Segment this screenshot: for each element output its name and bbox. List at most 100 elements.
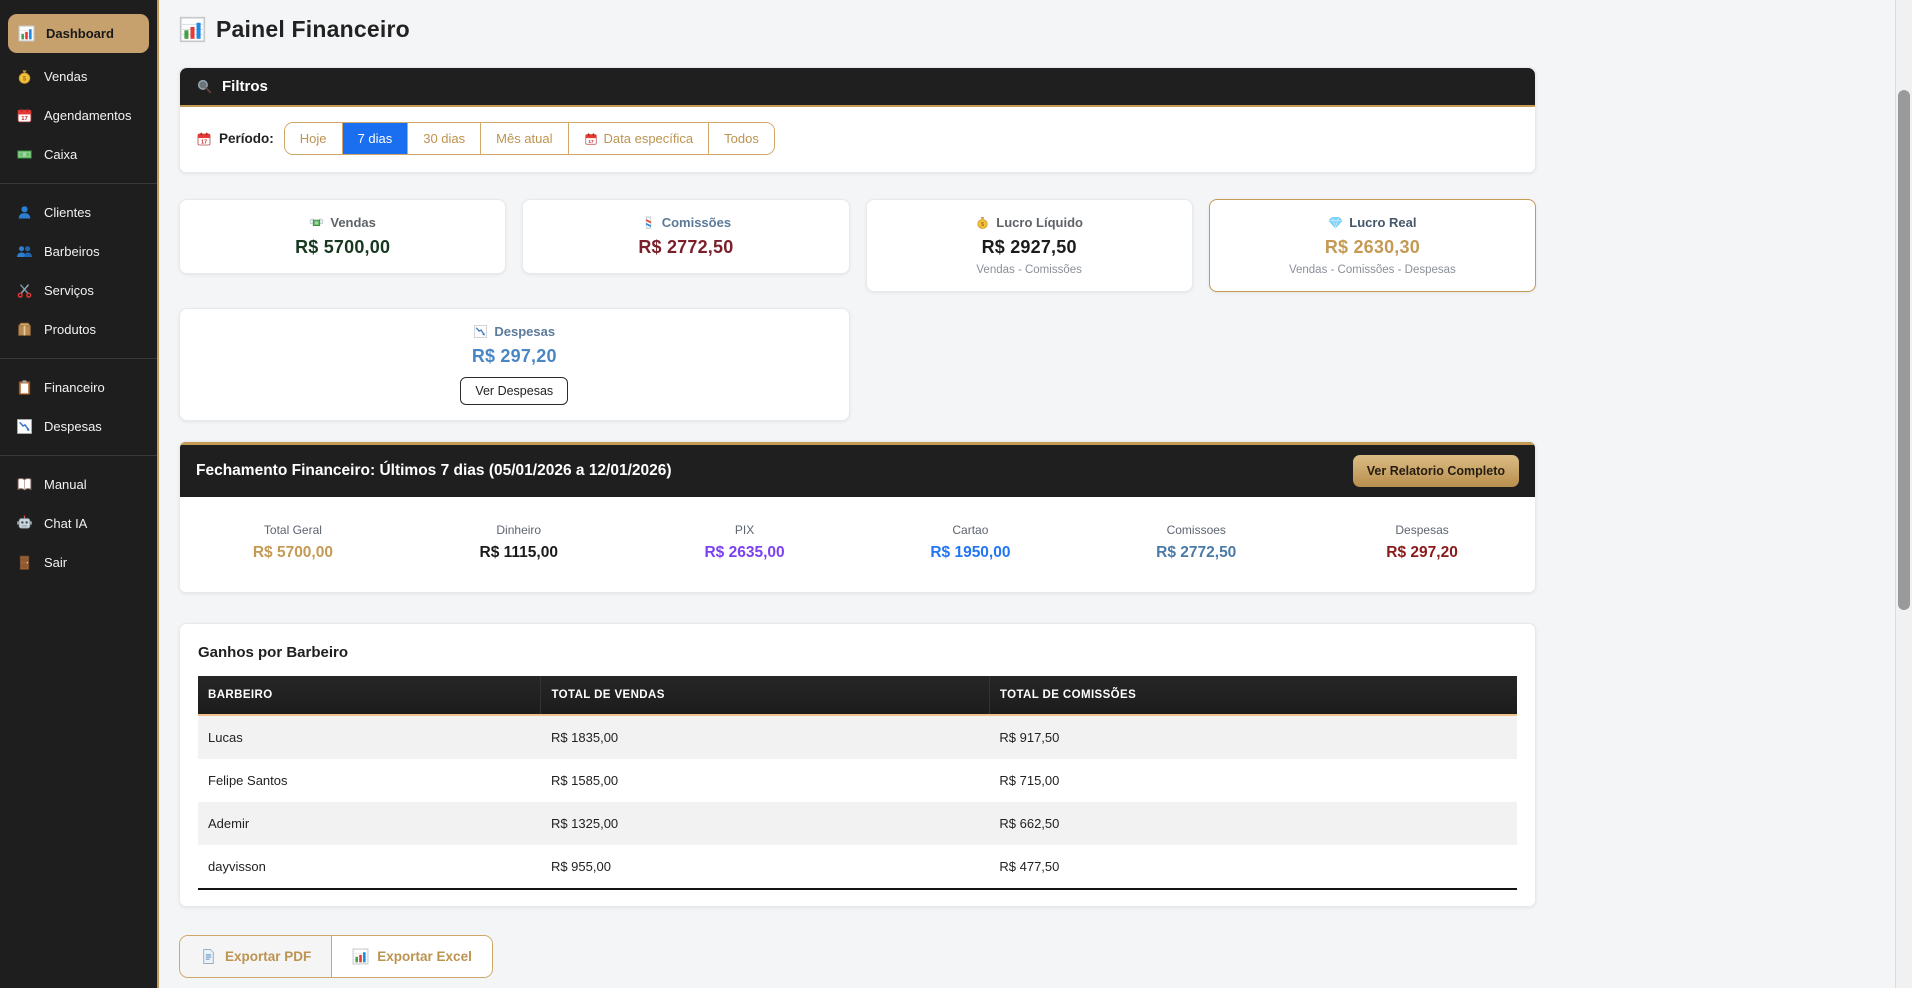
gem-icon <box>1328 215 1343 230</box>
clipboard-icon <box>16 379 33 396</box>
summary-dinheiro: Dinheiro R$ 1115,00 <box>406 523 632 562</box>
table-header-row: BARBEIRO TOTAL DE VENDAS TOTAL DE COMISS… <box>198 676 1517 715</box>
money-with-wings-icon <box>309 215 324 230</box>
period-button-group: Hoje 7 dias 30 dias Mês atual 17 Data es… <box>284 122 775 155</box>
calendar-icon: 17 <box>16 107 33 124</box>
period-todos-button[interactable]: Todos <box>708 123 774 154</box>
money-bag-icon: $ <box>975 215 990 230</box>
filters-header: Filtros <box>180 68 1535 107</box>
sidebar-item-label: Financeiro <box>44 380 105 395</box>
despesas-card-value: R$ 297,20 <box>192 346 837 367</box>
svg-text:17: 17 <box>201 139 207 145</box>
sidebar-item-label: Clientes <box>44 205 91 220</box>
sidebar-item-chat-ia[interactable]: Chat IA <box>0 504 157 543</box>
book-icon <box>16 476 33 493</box>
page-title: Painel Financeiro <box>216 16 410 43</box>
sidebar-item-label: Sair <box>44 555 67 570</box>
table-row: Ademir R$ 1325,00 R$ 662,50 <box>198 802 1517 845</box>
table-row: Felipe Santos R$ 1585,00 R$ 715,00 <box>198 759 1517 802</box>
sidebar-item-label: Dashboard <box>46 26 114 41</box>
comissoes-card-label: Comissões <box>535 215 836 230</box>
barber-pole-icon <box>641 215 656 230</box>
export-row: Exportar PDF Exportar Excel <box>179 935 1536 978</box>
sidebar-item-label: Barbeiros <box>44 244 100 259</box>
table-row: Lucas R$ 1835,00 R$ 917,50 <box>198 715 1517 759</box>
despesas-card: Despesas R$ 297,20 Ver Despesas <box>179 308 850 421</box>
search-icon <box>196 78 213 95</box>
sidebar-item-produtos[interactable]: Produtos <box>0 310 157 349</box>
despesas-card-label: Despesas <box>192 324 837 339</box>
document-icon <box>200 948 217 965</box>
lucro-real-card-subtitle: Vendas - Comissões - Despesas <box>1222 264 1523 276</box>
exportar-pdf-button[interactable]: Exportar PDF <box>180 936 331 977</box>
chart-down-icon <box>473 324 488 339</box>
lucro-liquido-card: $ Lucro Líquido R$ 2927,50 Vendas - Comi… <box>866 199 1193 292</box>
sidebar-item-label: Serviços <box>44 283 94 298</box>
filters-body: 17 Período: Hoje 7 dias 30 dias Mês atua… <box>180 107 1535 172</box>
filters-panel: Filtros 17 Período: Hoje 7 dias 30 dias … <box>179 67 1536 173</box>
sidebar-item-label: Manual <box>44 477 87 492</box>
sidebar-divider <box>0 358 157 359</box>
robot-icon <box>16 515 33 532</box>
lucro-liquido-card-label: $ Lucro Líquido <box>879 215 1180 230</box>
sidebar-divider <box>0 183 157 184</box>
period-data-especifica-button[interactable]: 17 Data específica <box>568 123 709 154</box>
bar-chart-icon <box>179 16 206 43</box>
vendas-card-label: Vendas <box>192 215 493 230</box>
main-area: Painel Financeiro Filtros 17 Período: Ho… <box>159 0 1895 988</box>
sidebar-item-clientes[interactable]: Clientes <box>0 193 157 232</box>
sidebar-item-manual[interactable]: Manual <box>0 465 157 504</box>
vendas-card: Vendas R$ 5700,00 <box>179 199 506 274</box>
comissoes-card-value: R$ 2772,50 <box>535 237 836 258</box>
sidebar-divider <box>0 455 157 456</box>
page-header: Painel Financeiro <box>179 16 1536 43</box>
kpi-cards: Vendas R$ 5700,00 Comissões R$ 2772,50 $… <box>179 199 1536 421</box>
fechamento-header: Fechamento Financeiro: Últimos 7 dias (0… <box>180 442 1535 497</box>
summary-comissoes: Comissoes R$ 2772,50 <box>1083 523 1309 562</box>
period-30-dias-button[interactable]: 30 dias <box>407 123 480 154</box>
svg-text:17: 17 <box>21 116 27 122</box>
lucro-liquido-card-value: R$ 2927,50 <box>879 237 1180 258</box>
summary-despesas: Despesas R$ 297,20 <box>1309 523 1535 562</box>
lucro-liquido-card-subtitle: Vendas - Comissões <box>879 264 1180 276</box>
sidebar-item-despesas[interactable]: Despesas <box>0 407 157 446</box>
sidebar-item-dashboard[interactable]: Dashboard <box>8 14 149 53</box>
sidebar-item-label: Caixa <box>44 147 77 162</box>
sidebar-item-label: Produtos <box>44 322 96 337</box>
period-label-group: 17 Período: <box>196 131 274 147</box>
calendar-icon: 17 <box>584 132 598 146</box>
banknote-icon <box>16 146 33 163</box>
calendar-icon: 17 <box>196 131 212 147</box>
lucro-real-card: Lucro Real R$ 2630,30 Vendas - Comissões… <box>1209 199 1536 292</box>
vertical-scrollbar[interactable] <box>1895 0 1912 988</box>
svg-text:$: $ <box>23 76 27 83</box>
filters-title: Filtros <box>222 78 268 95</box>
lucro-real-card-value: R$ 2630,30 <box>1222 237 1523 258</box>
summary-total-geral: Total Geral R$ 5700,00 <box>180 523 406 562</box>
vendas-card-value: R$ 5700,00 <box>192 237 493 258</box>
sidebar-item-label: Agendamentos <box>44 108 131 123</box>
column-total-vendas: TOTAL DE VENDAS <box>541 676 989 715</box>
sidebar-item-sair[interactable]: Sair <box>0 543 157 582</box>
sidebar-item-caixa[interactable]: Caixa <box>0 135 157 174</box>
ganhos-title: Ganhos por Barbeiro <box>198 644 1517 661</box>
ver-despesas-button[interactable]: Ver Despesas <box>460 377 568 405</box>
period-hoje-button[interactable]: Hoje <box>285 123 342 154</box>
fechamento-title: Fechamento Financeiro: Últimos 7 dias (0… <box>196 462 672 480</box>
sidebar-item-agendamentos[interactable]: 17 Agendamentos <box>0 96 157 135</box>
bar-chart-icon <box>18 25 35 42</box>
sidebar-item-label: Chat IA <box>44 516 87 531</box>
svg-text:17: 17 <box>588 138 594 144</box>
ver-relatorio-completo-button[interactable]: Ver Relatorio Completo <box>1353 455 1519 487</box>
exportar-excel-button[interactable]: Exportar Excel <box>331 936 492 977</box>
period-mes-atual-button[interactable]: Mês atual <box>480 123 567 154</box>
period-7-dias-button[interactable]: 7 dias <box>342 123 408 154</box>
scrollbar-thumb[interactable] <box>1898 90 1910 610</box>
sidebar-item-financeiro[interactable]: Financeiro <box>0 368 157 407</box>
chart-down-icon <box>16 418 33 435</box>
door-icon <box>16 554 33 571</box>
sidebar-item-servicos[interactable]: Serviços <box>0 271 157 310</box>
sidebar-item-barbeiros[interactable]: Barbeiros <box>0 232 157 271</box>
person-icon <box>16 204 33 221</box>
sidebar-item-vendas[interactable]: $ Vendas <box>0 57 157 96</box>
